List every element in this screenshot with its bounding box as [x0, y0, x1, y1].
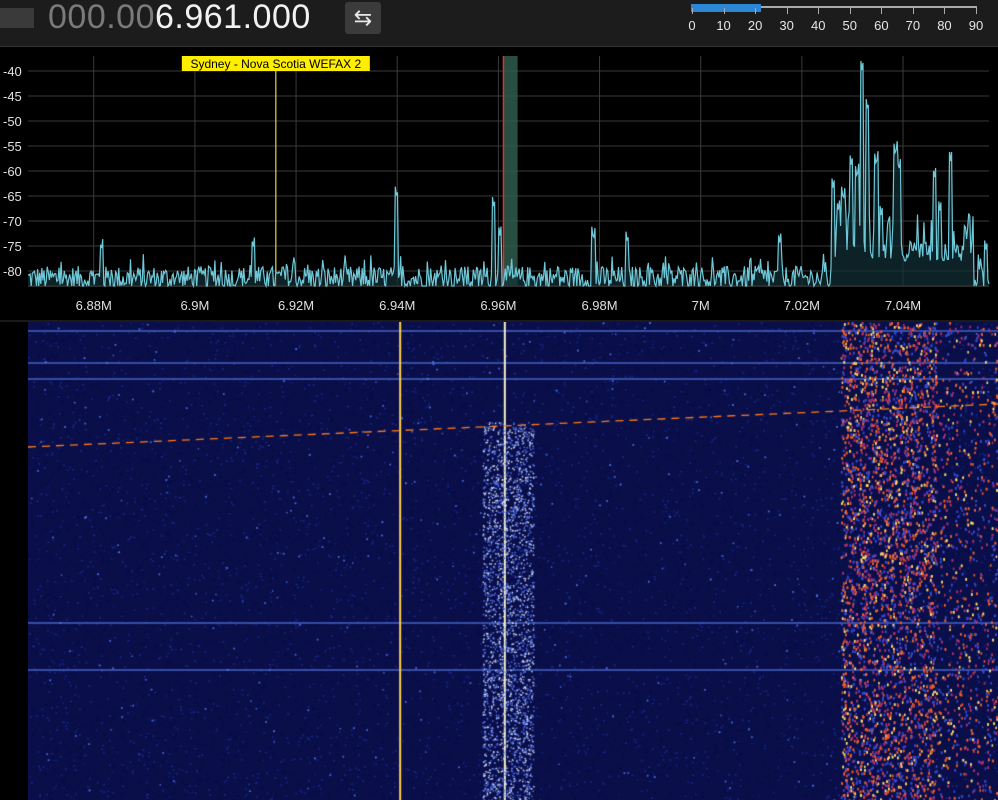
y-axis-tick-label: -40 [3, 64, 22, 79]
zoom-slider[interactable]: 0 10 20 30 40 50 60 70 80 90 [688, 2, 984, 38]
x-axis-tick-label: 7.04M [885, 298, 921, 313]
x-axis-tick-label: 6.92M [278, 298, 314, 313]
zoom-label: 70 [905, 18, 921, 33]
zoom-tick [723, 8, 725, 14]
zoom-tick [818, 8, 820, 14]
x-axis-tick-label: 6.96M [480, 298, 516, 313]
zoom-label: 30 [779, 18, 794, 33]
spectrum-panel[interactable]: -40 -45 -50 -55 -60 -65 -70 -75 -80 6.88M 6.9M 6.92… [0, 48, 998, 322]
zoom-label: 80 [937, 18, 952, 33]
y-axis-tick-label: -70 [3, 214, 22, 229]
top-toolbar: 000.006.961.000 ⇆ 0 10 20 30 40 50 60 70 80 90 [0, 0, 998, 47]
bookmark-label[interactable]: Sydney - Nova Scotia WEFAX 2 [190, 57, 361, 71]
passband-highlight [503, 56, 518, 286]
x-axis-tick-label: 6.9M [180, 298, 209, 313]
x-axis-tick-label: 6.94M [379, 298, 415, 313]
zoom-label: 90 [968, 18, 984, 33]
y-axis-tick-label: -55 [3, 139, 22, 154]
zoom-slider-ticks [690, 8, 980, 16]
zoom-tick [944, 8, 946, 14]
y-axis-tick-label: -60 [3, 164, 22, 179]
waterfall-panel[interactable] [0, 322, 998, 800]
y-axis-tick-label: -50 [3, 114, 22, 129]
x-axis-tick-label: 7M [692, 298, 710, 313]
zoom-tick [849, 8, 851, 14]
menu-toggle-stub[interactable] [0, 8, 34, 28]
zoom-label: 10 [716, 18, 731, 33]
frequency-active-digits: 6.961.000 [155, 0, 311, 36]
zoom-tick [912, 8, 914, 14]
zoom-slider-labels: 0 10 20 30 40 50 60 70 80 90 [688, 18, 984, 34]
zoom-label: 0 [688, 18, 696, 33]
zoom-tick [881, 8, 883, 14]
zoom-tick [755, 8, 757, 14]
zoom-label: 40 [810, 18, 826, 33]
zoom-tick [976, 8, 977, 14]
zoom-label: 60 [874, 18, 889, 33]
y-axis-tick-label: -65 [3, 189, 22, 204]
x-axis-tick-label: 7.02M [784, 298, 820, 313]
y-axis-tick-label: -45 [3, 89, 22, 104]
zoom-label: 50 [842, 18, 857, 33]
y-axis-tick-label: -80 [3, 264, 22, 279]
frequency-display[interactable]: 000.006.961.000 [48, 0, 311, 37]
x-axis-tick-label: 6.98M [581, 298, 617, 313]
y-axis-tick-label: -75 [3, 239, 22, 254]
spectrum-chart[interactable]: -40 -45 -50 -55 -60 -65 -70 -75 -80 6.88M 6.9M 6.92… [0, 48, 998, 322]
waterfall-canvas[interactable] [28, 322, 998, 800]
swap-vfo-button[interactable]: ⇆ [345, 2, 381, 34]
zoom-tick [692, 8, 693, 14]
x-axis-tick-label: 6.88M [76, 298, 112, 313]
zoom-label: 20 [747, 18, 763, 33]
swap-arrows-icon: ⇆ [353, 5, 373, 30]
zoom-tick [786, 8, 788, 14]
frequency-leading-digits: 000.00 [48, 0, 155, 36]
